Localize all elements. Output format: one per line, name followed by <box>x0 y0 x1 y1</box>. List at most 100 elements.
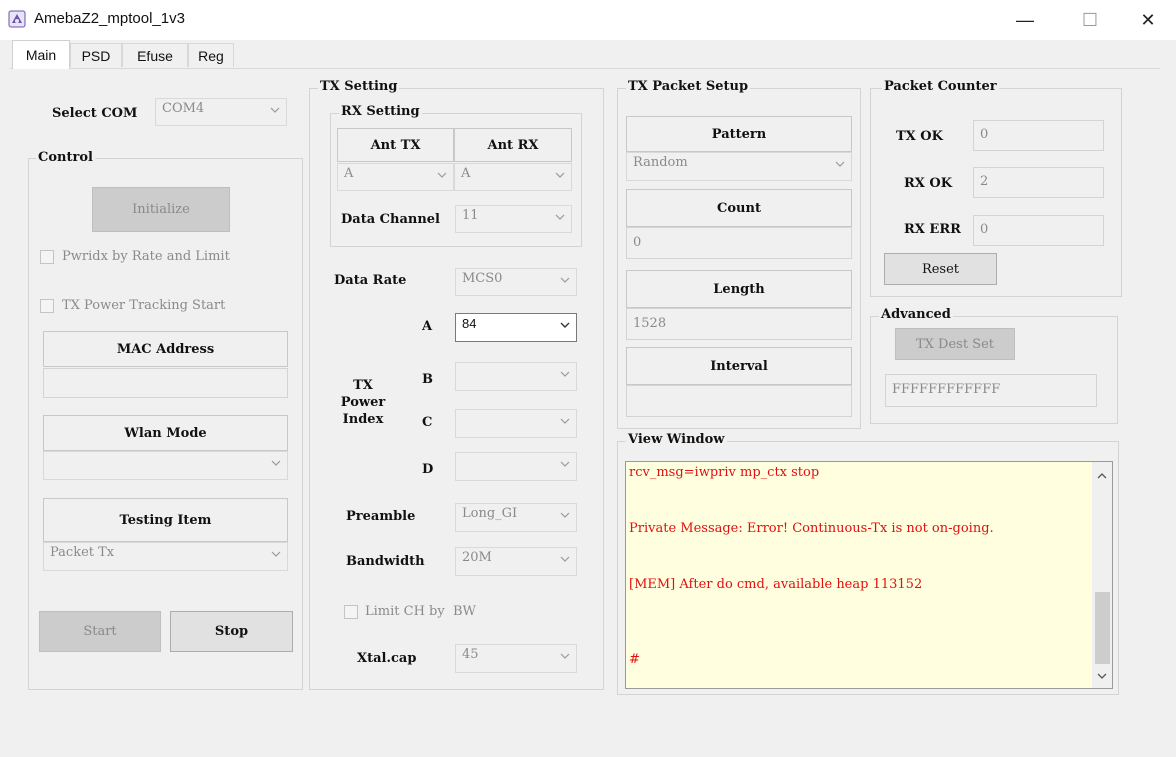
log-output[interactable]: rcv_msg=iwpriv mp_ctx stop Private Messa… <box>625 461 1113 689</box>
power-index-c-select[interactable] <box>455 409 577 438</box>
maximize-button[interactable]: ☐ <box>1070 6 1110 34</box>
testing-item-select[interactable]: Packet Tx <box>43 542 288 571</box>
power-index-b-select[interactable] <box>455 362 577 391</box>
ant-tx-select[interactable]: A <box>337 163 454 191</box>
pattern-header: Pattern <box>626 116 852 152</box>
chevron-down-icon <box>437 172 447 178</box>
packet-counter-label: Packet Counter <box>882 79 999 94</box>
com-port-select[interactable]: COM4 <box>155 98 287 126</box>
log-line: # <box>629 652 640 667</box>
limit-ch-label: Limit CH by BW <box>365 604 476 619</box>
power-row-d-label: D <box>422 462 434 477</box>
chevron-down-icon <box>555 172 565 178</box>
pattern-select[interactable]: Random <box>626 152 852 181</box>
log-line: Private Message: Error! Continuous-Tx is… <box>629 521 994 536</box>
chevron-down-icon <box>560 371 570 377</box>
reset-button[interactable]: Reset <box>884 253 997 285</box>
tab-efuse[interactable]: Efuse <box>122 43 188 67</box>
rx-setting-group-label: RX Setting <box>339 104 422 119</box>
length-header: Length <box>626 270 852 308</box>
tx-setting-group-label: TX Setting <box>318 79 400 94</box>
interval-field[interactable] <box>626 385 852 417</box>
control-group-label: Control <box>36 150 95 165</box>
interval-header: Interval <box>626 347 852 385</box>
tx-dest-set-button[interactable]: TX Dest Set <box>895 328 1015 360</box>
pwridx-label: Pwridx by Rate and Limit <box>62 249 230 264</box>
minimize-button[interactable]: — <box>1005 6 1045 34</box>
xtal-cap-label: Xtal.cap <box>357 651 417 666</box>
advanced-label: Advanced <box>879 307 953 322</box>
view-window-label: View Window <box>626 432 727 447</box>
limit-ch-checkbox[interactable] <box>344 605 358 619</box>
ant-rx-select[interactable]: A <box>454 163 572 191</box>
xtal-cap-select[interactable]: 45 <box>455 644 577 673</box>
chevron-down-icon <box>270 107 280 113</box>
data-channel-select[interactable]: 11 <box>455 205 572 233</box>
tx-ok-label: TX OK <box>896 129 943 144</box>
xtal-cap-value: 45 <box>462 647 479 662</box>
power-row-c-label: C <box>422 415 433 430</box>
chevron-down-icon <box>560 653 570 659</box>
testing-item-header: Testing Item <box>43 498 288 542</box>
log-scrollbar[interactable] <box>1092 462 1112 688</box>
stop-button[interactable]: Stop <box>170 611 293 652</box>
power-row-b-label: B <box>422 372 433 387</box>
initialize-button[interactable]: Initialize <box>92 187 230 232</box>
close-button[interactable]: ✕ <box>1128 6 1168 34</box>
start-button[interactable]: Start <box>39 611 161 652</box>
tx-power-tracking-label: TX Power Tracking Start <box>62 298 226 313</box>
wlan-mode-header: Wlan Mode <box>43 415 288 451</box>
tab-psd[interactable]: PSD <box>70 43 122 67</box>
window-title: AmebaZ2_mptool_1v3 <box>34 10 185 27</box>
tx-power-index-label: TX Power Index <box>340 378 386 427</box>
chevron-down-icon <box>560 461 570 467</box>
mac-address-field[interactable] <box>43 368 288 398</box>
data-rate-select[interactable]: MCS0 <box>455 268 577 296</box>
data-rate-label: Data Rate <box>334 273 407 288</box>
pwridx-checkbox[interactable] <box>40 250 54 264</box>
tx-packet-setup-label: TX Packet Setup <box>626 79 751 94</box>
preamble-select[interactable]: Long_GI <box>455 503 577 532</box>
count-header: Count <box>626 189 852 227</box>
ant-rx-header: Ant RX <box>454 128 572 162</box>
rx-err-label: RX ERR <box>904 222 961 237</box>
chevron-down-icon <box>555 214 565 220</box>
tab-main[interactable]: Main <box>12 40 70 69</box>
tx-power-tracking-checkbox[interactable] <box>40 299 54 313</box>
power-index-a-select[interactable]: 84 <box>455 313 577 342</box>
rx-ok-label: RX OK <box>904 176 953 191</box>
rx-ok-field[interactable]: 2 <box>973 167 1104 198</box>
rx-err-field[interactable]: 0 <box>973 215 1104 246</box>
pattern-value: Random <box>633 155 688 170</box>
scroll-thumb[interactable] <box>1095 592 1110 664</box>
wlan-mode-select[interactable] <box>43 451 288 480</box>
ant-tx-header: Ant TX <box>337 128 454 162</box>
chevron-down-icon <box>560 418 570 424</box>
tab-separator <box>10 68 1160 69</box>
length-field[interactable]: 1528 <box>626 308 852 340</box>
scroll-down-icon[interactable] <box>1096 670 1108 682</box>
preamble-value: Long_GI <box>462 506 518 521</box>
tab-reg[interactable]: Reg <box>188 43 234 67</box>
log-line: [MEM] After do cmd, available heap 11315… <box>629 577 923 592</box>
bandwidth-label: Bandwidth <box>346 554 425 569</box>
scroll-up-icon[interactable] <box>1096 470 1108 482</box>
ant-rx-value: A <box>461 166 471 181</box>
power-row-a-label: A <box>422 319 433 334</box>
chevron-down-icon <box>560 512 570 518</box>
app-icon <box>8 10 26 28</box>
chevron-down-icon <box>560 322 570 328</box>
power-index-d-select[interactable] <box>455 452 577 481</box>
log-line: rcv_msg=iwpriv mp_ctx stop <box>629 465 820 480</box>
bandwidth-value: 20M <box>462 550 492 565</box>
bandwidth-select[interactable]: 20M <box>455 547 577 576</box>
tx-ok-field[interactable]: 0 <box>973 120 1104 151</box>
chevron-down-icon <box>560 277 570 283</box>
count-field[interactable]: 0 <box>626 227 852 259</box>
chevron-down-icon <box>560 556 570 562</box>
select-com-label: Select COM <box>52 106 138 121</box>
power-index-a-value: 84 <box>462 316 477 331</box>
data-channel-label: Data Channel <box>341 212 440 227</box>
dest-address-field[interactable]: FFFFFFFFFFFF <box>885 374 1097 407</box>
chevron-down-icon <box>271 460 281 466</box>
